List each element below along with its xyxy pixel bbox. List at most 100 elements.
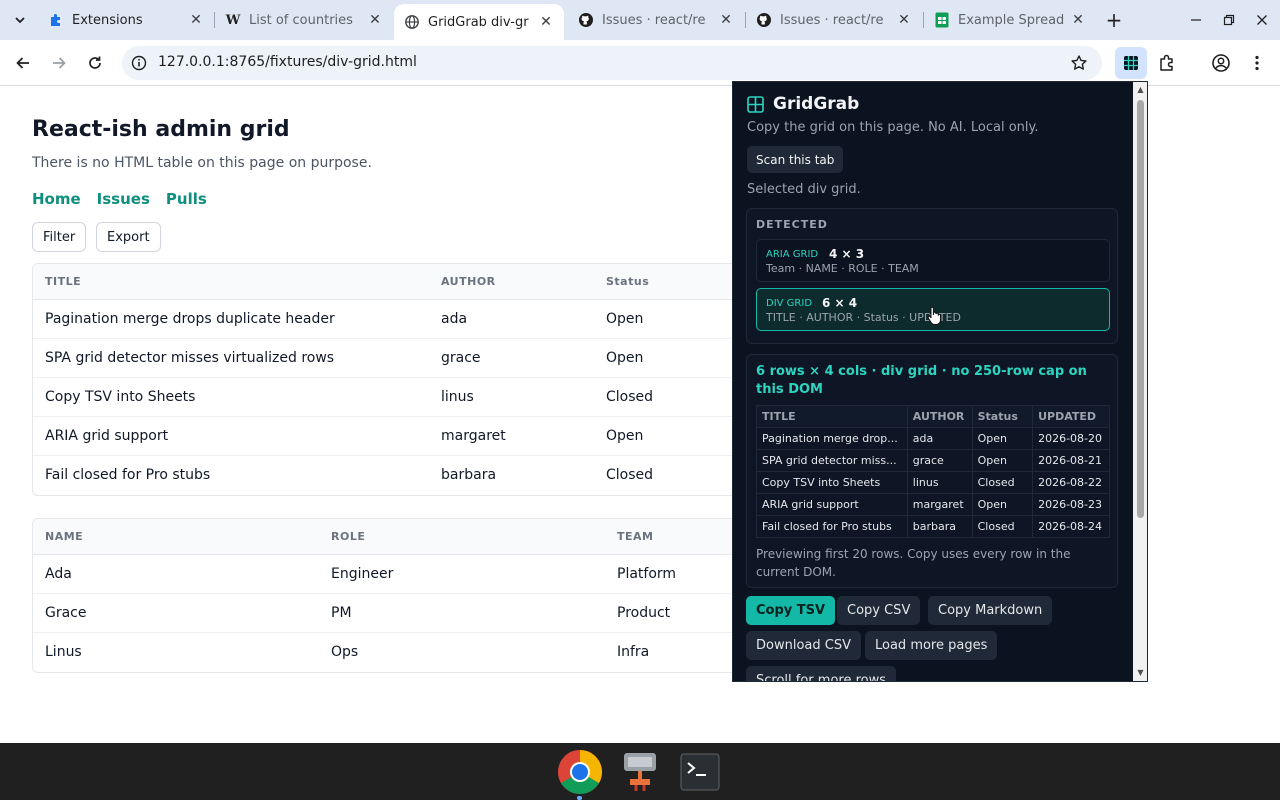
status-text: Selected div grid.: [747, 182, 861, 197]
tab-list-of-countries[interactable]: W List of countries ✕: [215, 6, 393, 34]
tab-gridgrab-div-grid[interactable]: GridGrab div-gr ✕: [394, 4, 564, 40]
grid-header-row: TITLE AUTHOR Status: [33, 264, 791, 300]
preview-column-header: TITLE: [756, 405, 908, 428]
column-header-name: NAME: [45, 530, 84, 543]
forward-arrow-icon[interactable]: [47, 51, 71, 75]
tab-extensions[interactable]: Extensions ✕: [38, 6, 214, 34]
cell-role: Engineer: [331, 566, 394, 582]
cell-name: Grace: [45, 605, 87, 621]
tab-issues-2[interactable]: Issues · react/re ✕: [746, 6, 922, 34]
tab-search-icon[interactable]: [8, 8, 32, 32]
scroll-up-arrow-icon[interactable]: ▲: [1136, 85, 1145, 94]
close-icon[interactable]: ✕: [188, 12, 204, 28]
nav-link-pulls[interactable]: Pulls: [166, 190, 207, 208]
tab-label: Extensions: [72, 12, 143, 28]
cell-status: Closed: [606, 389, 654, 405]
preview-cell: 2026-08-21: [1032, 449, 1110, 472]
extension-tagline: Copy the grid on this page. No AI. Local…: [747, 120, 1039, 135]
close-icon[interactable]: ✕: [1070, 12, 1086, 28]
close-icon[interactable]: ✕: [538, 14, 554, 30]
profile-avatar-icon[interactable]: [1209, 51, 1233, 75]
column-header-status: Status: [606, 275, 650, 288]
kebab-menu-icon[interactable]: [1245, 51, 1269, 75]
preview-cell: 2026-08-24: [1032, 515, 1110, 538]
preview-cell: ada: [906, 427, 973, 450]
minimize-icon[interactable]: [1184, 8, 1208, 32]
preview-cell: Open: [971, 493, 1034, 516]
grid-dimensions: 6 × 4: [822, 296, 858, 310]
gridgrab-extension-icon[interactable]: [1115, 47, 1147, 79]
column-header-team: TEAM: [617, 530, 654, 543]
extensions-puzzle-icon[interactable]: [1155, 51, 1179, 75]
close-icon[interactable]: ✕: [718, 12, 734, 28]
preview-cell: 2026-08-20: [1032, 427, 1110, 450]
url-text[interactable]: 127.0.0.1:8765/fixtures/div-grid.html: [158, 54, 417, 70]
back-arrow-icon[interactable]: [11, 51, 35, 75]
popup-scrollbar[interactable]: ▲ ▼: [1133, 82, 1147, 681]
preview-cell: Closed: [971, 471, 1034, 494]
close-icon[interactable]: ✕: [367, 12, 383, 28]
grid-row: SPA grid detector misses virtualized row…: [33, 339, 791, 378]
download-csv-button[interactable]: Download CSV: [746, 631, 861, 660]
browser-toolbar: 127.0.0.1:8765/fixtures/div-grid.html: [0, 40, 1280, 86]
load-more-pages-button[interactable]: Load more pages: [865, 631, 998, 660]
preview-cell: Open: [971, 449, 1034, 472]
cell-title: Pagination merge drops duplicate header: [45, 311, 335, 327]
copy-tsv-button[interactable]: Copy TSV: [746, 596, 836, 625]
scroll-more-rows-button[interactable]: Scroll for more rows: [746, 666, 896, 681]
cell-status: Open: [606, 311, 644, 327]
tab-label: Example Spread: [958, 12, 1064, 28]
team-aria-grid: NAME ROLE TEAM Ada Engineer Platform Gra…: [32, 518, 792, 673]
chrome-icon[interactable]: [556, 748, 604, 796]
preview-cell: Closed: [971, 515, 1034, 538]
close-window-icon[interactable]: [1250, 8, 1274, 32]
tab-strip: Extensions ✕ W List of countries ✕ GridG…: [0, 0, 1280, 40]
close-icon[interactable]: ✕: [896, 12, 912, 28]
preview-cell: margaret: [906, 493, 973, 516]
preview-cell: SPA grid detector miss...: [756, 449, 908, 472]
issues-div-grid: TITLE AUTHOR Status Pagination merge dro…: [32, 263, 792, 496]
cell-team: Infra: [617, 644, 650, 660]
copy-csv-button[interactable]: Copy CSV: [837, 596, 921, 625]
terminal-icon[interactable]: [676, 748, 724, 796]
network-app-icon[interactable]: [616, 748, 664, 796]
cell-name: Linus: [45, 644, 82, 660]
scan-tab-button[interactable]: Scan this tab: [747, 146, 844, 173]
scroll-down-arrow-icon[interactable]: ▼: [1136, 668, 1145, 677]
export-button[interactable]: Export: [96, 222, 161, 252]
scrollbar-thumb[interactable]: [1137, 100, 1144, 518]
preview-column-header: AUTHOR: [906, 405, 973, 428]
copy-markdown-button[interactable]: Copy Markdown: [928, 596, 1053, 625]
tab-issues-1[interactable]: Issues · react/re ✕: [568, 6, 744, 34]
preview-table: TITLE AUTHOR Status UPDATED Pagination m…: [756, 405, 1110, 538]
detected-grid-card-aria[interactable]: ARIA GRID 4 × 3 Team · NAME · ROLE · TEA…: [756, 239, 1110, 282]
grid-header-row: NAME ROLE TEAM: [33, 519, 791, 555]
nav-link-home[interactable]: Home: [32, 190, 81, 208]
preview-column-header: Status: [971, 405, 1034, 428]
cell-title: Copy TSV into Sheets: [45, 389, 196, 405]
preview-cell: Fail closed for Pro stubs: [756, 515, 908, 538]
cell-author: margaret: [441, 428, 506, 444]
tab-example-spreadsheet[interactable]: Example Spread ✕: [924, 6, 1096, 34]
nav-link-issues[interactable]: Issues: [97, 190, 150, 208]
bookmark-star-icon[interactable]: [1070, 54, 1088, 72]
preview-row: SPA grid detector miss... grace Open 202…: [756, 449, 1110, 472]
cell-role: PM: [331, 605, 352, 621]
extension-title: GridGrab: [773, 94, 860, 114]
taskbar: [0, 743, 1280, 800]
preview-cell: barbara: [906, 515, 973, 538]
grid-row: Linus Ops Infra: [33, 633, 791, 672]
restore-icon[interactable]: [1217, 8, 1241, 32]
preview-cell: Copy TSV into Sheets: [756, 471, 908, 494]
page-nav: Home Issues Pulls: [32, 190, 207, 208]
preview-summary: 6 rows × 4 cols · div grid · no 250-row …: [756, 364, 1087, 397]
site-info-icon[interactable]: [130, 54, 148, 72]
reload-icon[interactable]: [83, 51, 107, 75]
new-tab-button[interactable]: +: [1102, 8, 1126, 32]
address-bar[interactable]: 127.0.0.1:8765/fixtures/div-grid.html: [122, 46, 1102, 80]
filter-button[interactable]: Filter: [32, 222, 87, 252]
grid-kind-label: DIV GRID: [766, 298, 813, 309]
tab-label: Issues · react/re: [780, 12, 884, 28]
preview-cell: grace: [906, 449, 973, 472]
tab-label: List of countries: [249, 12, 353, 28]
